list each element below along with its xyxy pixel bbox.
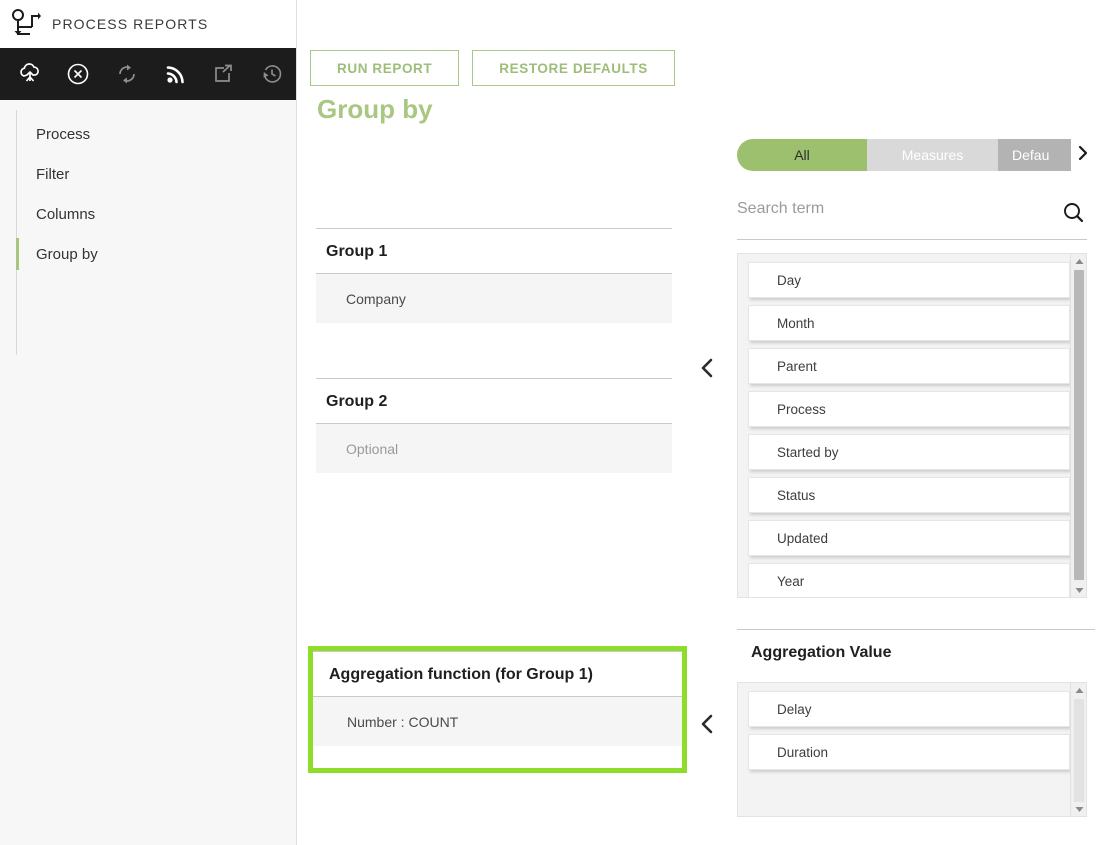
aggregation-value-list: Delay Duration [737, 682, 1087, 817]
sidebar-item-label: Columns [36, 205, 96, 223]
sidebar: PROCESS REPORTS Process Filter Columns G… [0, 0, 297, 845]
chevron-left-icon [696, 712, 718, 741]
group-2-panel: Group 2 Optional [316, 378, 672, 473]
chevron-left-icon [696, 356, 718, 385]
list-item[interactable]: Status [748, 477, 1070, 513]
tab-all[interactable]: All [737, 139, 867, 171]
sidebar-item-group-by[interactable]: Group by [0, 234, 296, 274]
tabs-next-button[interactable] [1071, 139, 1095, 171]
tab-default[interactable]: Defau [998, 139, 1071, 171]
rss-feed-icon[interactable] [151, 48, 199, 100]
list-item[interactable]: Year [748, 563, 1070, 597]
sidebar-item-columns[interactable]: Columns [0, 194, 296, 234]
aggregation-value-heading: Aggregation Value [737, 629, 1095, 674]
aggregation-function-inner: Aggregation function (for Group 1) Numbe… [313, 651, 682, 746]
scroll-down-icon[interactable] [1071, 802, 1086, 816]
scroll-up-icon[interactable] [1071, 254, 1086, 268]
list-item[interactable]: Delay [748, 691, 1070, 727]
group-2-heading: Group 2 [316, 378, 672, 423]
icon-toolbar [0, 48, 296, 100]
list-item[interactable]: Process [748, 391, 1070, 427]
chevron-right-icon [1076, 144, 1090, 167]
action-row: RUN REPORT RESTORE DEFAULTS [310, 50, 675, 86]
attribute-list: Day Month Parent Process Started by Stat… [737, 253, 1087, 598]
list-item[interactable]: Updated [748, 520, 1070, 556]
sidebar-item-filter[interactable]: Filter [0, 154, 296, 194]
collapse-aggregation-arrow[interactable] [694, 713, 720, 739]
export-icon[interactable] [199, 48, 247, 100]
brand-title: PROCESS REPORTS [52, 16, 209, 32]
collapse-groups-arrow[interactable] [694, 357, 720, 383]
sidebar-item-label: Process [36, 125, 91, 143]
scrollbar-thumb[interactable] [1074, 270, 1084, 580]
aggregation-value-scrollbar[interactable] [1070, 683, 1086, 816]
aggregation-function-heading: Aggregation function (for Group 1) [313, 651, 682, 696]
category-tabs: All Measures Defau [737, 139, 1095, 171]
sidebar-item-label: Filter [36, 165, 70, 183]
process-diagram-icon [8, 7, 42, 41]
search-icon[interactable] [1061, 198, 1087, 231]
group-1-heading: Group 1 [316, 228, 672, 273]
list-item[interactable]: Parent [748, 348, 1070, 384]
brand-header: PROCESS REPORTS [0, 0, 296, 48]
active-marker [16, 118, 19, 150]
attribute-list-scrollbar[interactable] [1070, 254, 1086, 597]
refresh-icon[interactable] [103, 48, 151, 100]
list-item[interactable]: Day [748, 262, 1070, 298]
attribute-list-items: Day Month Parent Process Started by Stat… [738, 254, 1070, 597]
run-report-button[interactable]: RUN REPORT [310, 50, 460, 86]
aggregation-function-panel: Aggregation function (for Group 1) Numbe… [308, 646, 687, 773]
cloud-tree-icon[interactable] [6, 48, 54, 100]
list-item[interactable]: Month [748, 305, 1070, 341]
active-marker [16, 198, 19, 230]
sidebar-nav: Process Filter Columns Group by [0, 100, 296, 355]
group-2-value[interactable]: Optional [316, 423, 672, 473]
active-marker [16, 238, 19, 270]
aggregation-value-items: Delay Duration [738, 683, 1070, 816]
app-root: PROCESS REPORTS Process Filter Columns G… [0, 0, 1100, 845]
scrollbar-thumb[interactable] [1074, 699, 1084, 802]
main-content: RUN REPORT RESTORE DEFAULTS Group by Gro… [297, 0, 1100, 845]
aggregation-function-value[interactable]: Number : COUNT [313, 696, 682, 746]
sidebar-item-label: Group by [36, 245, 98, 263]
search-input[interactable] [737, 198, 1017, 220]
group-1-value[interactable]: Company [316, 273, 672, 323]
page-title: Group by [317, 94, 433, 124]
search-row [737, 198, 1087, 240]
list-item[interactable]: Started by [748, 434, 1070, 470]
history-icon[interactable] [248, 48, 296, 100]
group-1-panel: Group 1 Company [316, 228, 672, 323]
scroll-up-icon[interactable] [1071, 683, 1086, 697]
scroll-down-icon[interactable] [1071, 583, 1086, 597]
tab-measures[interactable]: Measures [867, 139, 998, 171]
restore-defaults-button[interactable]: RESTORE DEFAULTS [472, 50, 675, 86]
active-marker [16, 158, 19, 190]
list-item[interactable]: Duration [748, 734, 1070, 770]
sidebar-item-process[interactable]: Process [0, 114, 296, 154]
close-circle-icon[interactable] [54, 48, 102, 100]
